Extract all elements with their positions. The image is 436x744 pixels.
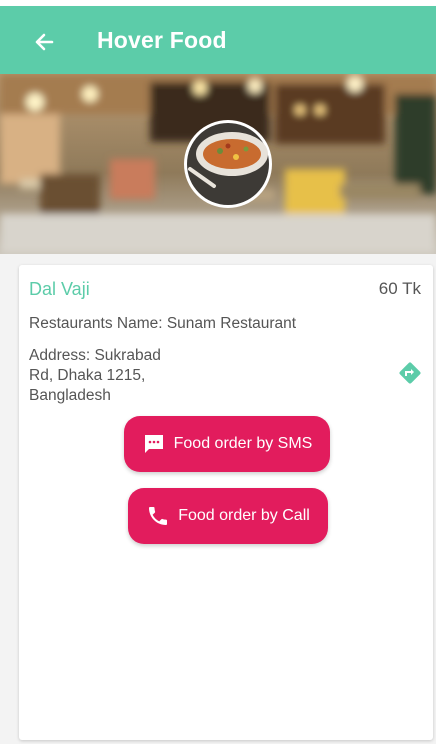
- directions-icon: [399, 362, 421, 384]
- restaurant-banner-image: [0, 74, 436, 254]
- order-by-sms-label: Food order by SMS: [173, 435, 313, 452]
- arrow-back-icon: [35, 33, 54, 51]
- sms-icon: [144, 435, 163, 453]
- food-details-card: Dal Vaji 60 Tk Restaurants Name: Sunam R…: [19, 265, 433, 740]
- directions-button[interactable]: [397, 360, 423, 386]
- food-price: 60 Tk: [378, 279, 421, 298]
- food-name: Dal Vaji: [29, 279, 90, 299]
- address-line: Bangladesh: [29, 387, 111, 404]
- restaurant-address: Address: Sukrabad Rd, Dhaka 1215, Bangla…: [29, 346, 219, 406]
- restaurant-name: Restaurants Name: Sunam Restaurant: [29, 315, 297, 332]
- order-by-call-label: Food order by Call: [178, 507, 310, 524]
- app-title: Hover Food: [97, 27, 227, 53]
- order-by-sms-button[interactable]: Food order by SMS: [124, 416, 330, 472]
- back-button[interactable]: [26, 24, 62, 60]
- address-line: Rd, Dhaka 1215,: [29, 367, 146, 384]
- app-bar: Hover Food: [0, 6, 436, 74]
- address-line: Address: Sukrabad: [29, 347, 161, 364]
- phone-icon: [149, 507, 168, 525]
- order-by-call-button[interactable]: Food order by Call: [128, 488, 328, 544]
